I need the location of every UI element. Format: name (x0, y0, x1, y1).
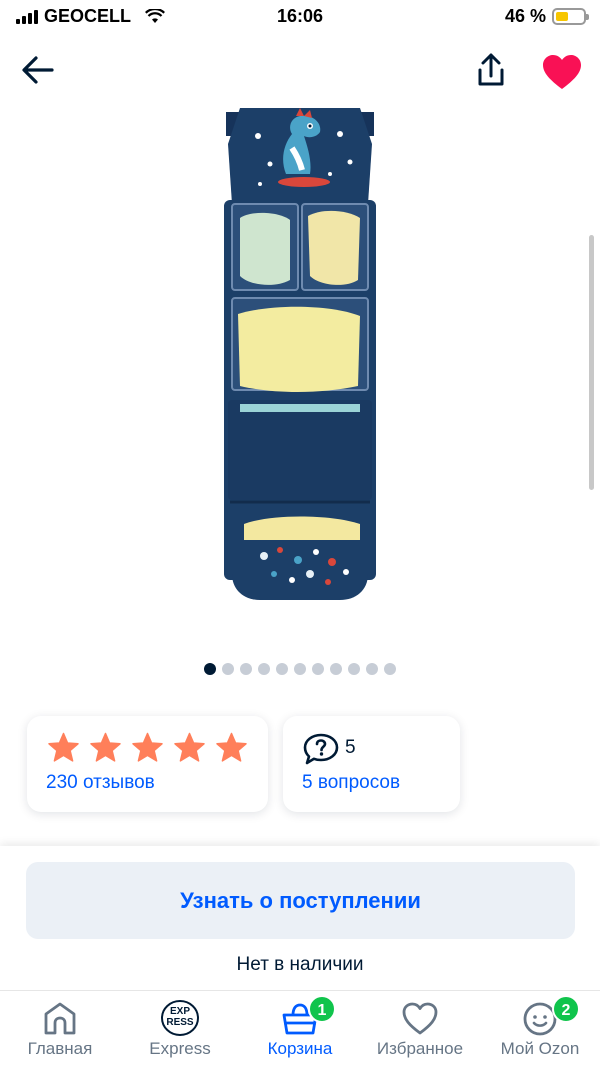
rating-stars (47, 732, 248, 764)
product-photo (224, 108, 376, 600)
star-icon (174, 732, 205, 762)
gallery-dot[interactable] (258, 663, 270, 675)
gallery-dot[interactable] (222, 663, 234, 675)
express-logo-bottom: RESS (166, 1017, 194, 1028)
gallery-dot[interactable] (294, 663, 306, 675)
arrow-left-icon (22, 56, 54, 84)
gallery-dot[interactable] (384, 663, 396, 675)
favorite-button[interactable] (540, 52, 584, 92)
heart-outline-icon (402, 1002, 438, 1035)
tab-home-label: Главная (27, 1039, 93, 1058)
questions-count: 5 (345, 737, 356, 758)
product-image[interactable] (200, 104, 400, 614)
tab-express[interactable]: EXP RESS Express (120, 991, 240, 1066)
home-icon (44, 1002, 76, 1035)
status-bar: GEOCELL 16:06 46 % (0, 0, 600, 34)
express-icon: EXP RESS (160, 999, 200, 1037)
tab-favorites-label: Избранное (376, 1039, 464, 1058)
reviews-link[interactable]: 230 отзывов (46, 772, 155, 794)
notify-button[interactable]: Узнать о поступлении (26, 862, 575, 939)
star-icon (132, 732, 163, 762)
gallery-dot[interactable] (312, 663, 324, 675)
gallery-dot[interactable] (204, 663, 216, 675)
tab-cart-label: Корзина (267, 1039, 333, 1058)
tab-favorites[interactable]: Избранное (360, 991, 480, 1066)
star-icon (48, 732, 79, 762)
battery-fill (556, 12, 568, 21)
status-right: 46 % (504, 6, 589, 27)
share-button[interactable] (474, 52, 508, 90)
gallery-dot[interactable] (276, 663, 288, 675)
tab-home[interactable]: Главная (0, 991, 120, 1066)
questions-link[interactable]: 5 вопросов (302, 772, 400, 794)
rating-card[interactable]: 230 отзывов (27, 716, 268, 812)
tab-bar: Главная EXP RESS Express 1 Корзина Избра… (0, 990, 600, 1066)
heart-icon (543, 55, 581, 89)
battery-percent: 46 % (504, 6, 546, 26)
back-button[interactable] (18, 52, 58, 88)
profile-badge: 2 (552, 995, 580, 1023)
share-icon (478, 53, 504, 86)
availability-status: Нет в наличии (236, 954, 364, 975)
express-logo-top: EXP (169, 1006, 190, 1017)
gallery-dot[interactable] (240, 663, 252, 675)
gallery-dots[interactable] (0, 663, 600, 679)
battery-icon (552, 8, 589, 25)
star-icon (216, 732, 247, 762)
gallery-dot[interactable] (348, 663, 360, 675)
tab-cart[interactable]: 1 Корзина (240, 991, 360, 1066)
tab-my-ozon-label: Мой Ozon (500, 1039, 580, 1058)
question-bubble-icon (303, 733, 339, 765)
questions-card[interactable]: 5 5 вопросов (283, 716, 460, 812)
gallery-dot[interactable] (330, 663, 342, 675)
scrollbar[interactable] (589, 235, 594, 490)
tab-my-ozon[interactable]: 2 Мой Ozon (480, 991, 600, 1066)
tab-express-label: Express (149, 1039, 211, 1058)
gallery-dot[interactable] (366, 663, 378, 675)
purchase-panel: Узнать о поступлении Нет в наличии (0, 846, 600, 990)
cart-badge: 1 (308, 995, 336, 1023)
star-icon (90, 732, 121, 762)
